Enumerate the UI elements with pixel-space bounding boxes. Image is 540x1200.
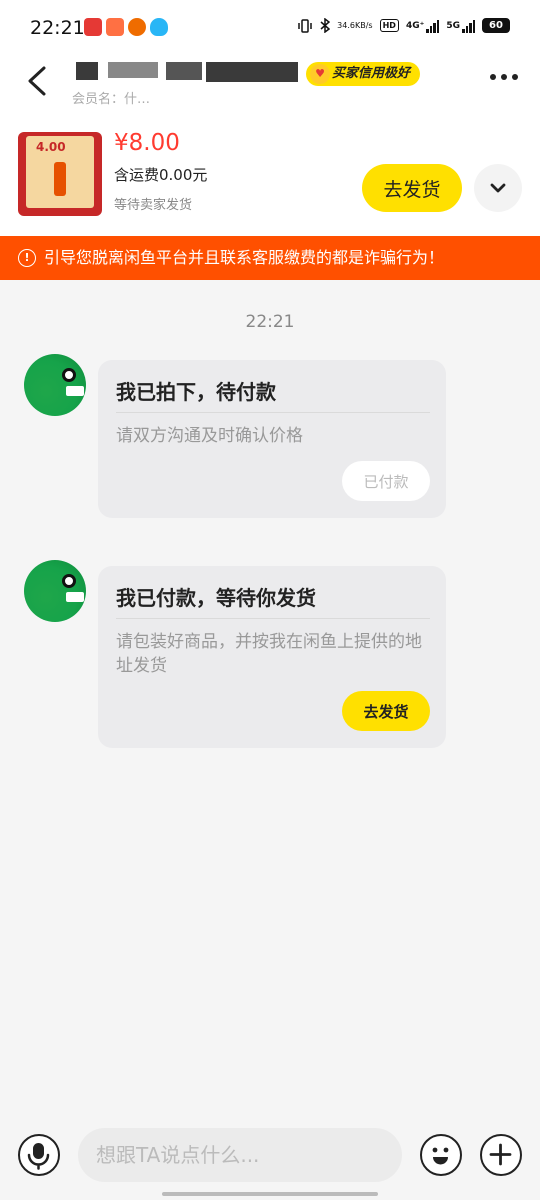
warning-icon: !	[18, 249, 36, 267]
back-button[interactable]	[24, 64, 52, 98]
signal-4g: 4G⁺	[406, 19, 440, 33]
paid-button[interactable]: 已付款	[342, 461, 430, 501]
card-ship-button[interactable]: 去发货	[342, 691, 430, 731]
status-time: 22:21	[30, 17, 85, 39]
vibrate-icon	[298, 18, 312, 33]
product-thumbnail[interactable]: 4.00	[18, 132, 102, 216]
app-icon-pink	[106, 18, 124, 36]
order-status: 等待卖家发货	[114, 198, 193, 213]
ship-button[interactable]: 去发货	[362, 164, 462, 212]
order-product: 4.00 ¥8.00 含运费0.00元 等待卖家发货 去发货	[0, 124, 540, 228]
signal-5g: 5G	[446, 19, 475, 33]
add-button[interactable]	[480, 1134, 522, 1176]
heart-eyes-icon: ♥	[310, 64, 330, 84]
redacted-title-2	[108, 62, 158, 78]
avatar[interactable]	[24, 354, 86, 416]
expand-button[interactable]	[474, 164, 522, 212]
fraud-warning-banner: ! 引导您脱离闲鱼平台并且联系客服缴费的都是诈骗行为！	[0, 236, 540, 280]
card-divider	[116, 618, 430, 619]
input-bar	[0, 1120, 540, 1200]
hd-icon: HD	[379, 19, 399, 32]
thumb-price: 4.00	[36, 140, 66, 154]
redacted-title-4	[206, 62, 298, 82]
more-dot-icon	[512, 74, 518, 80]
buyer-credit-badge: ♥ 买家信用极好	[306, 62, 421, 86]
warning-text: 引导您脱离闲鱼平台并且联系客服缴费的都是诈骗行为！	[44, 248, 445, 267]
redacted-title-3	[166, 62, 202, 80]
network-speed: 34.6 KB/s	[337, 20, 373, 30]
emoji-button[interactable]	[420, 1134, 462, 1176]
chevron-down-icon	[490, 183, 506, 193]
status-app-icons	[84, 18, 168, 36]
qq-icon	[150, 18, 168, 36]
home-indicator[interactable]	[162, 1192, 378, 1196]
status-right: 34.6 KB/s HD 4G⁺ 5G 60	[297, 18, 510, 33]
chat-header: ♥ 买家信用极好 会员名：什…	[0, 56, 540, 112]
app-icon-red	[84, 18, 102, 36]
member-name: 会员名：什…	[72, 92, 151, 107]
bluetooth-icon	[320, 18, 331, 33]
app-icon-orange	[128, 18, 146, 36]
redacted-title-1	[76, 62, 98, 80]
battery-icon: 60	[482, 18, 510, 33]
chat-timestamp: 22:21	[245, 312, 295, 332]
plus-icon	[489, 1143, 512, 1166]
card-title: 我已拍下，待付款	[116, 380, 276, 404]
shipping-fee: 含运费0.00元	[114, 166, 208, 184]
product-price: ¥8.00	[114, 130, 180, 156]
microphone-icon	[27, 1143, 50, 1170]
more-dot-icon	[501, 74, 507, 80]
more-options-button[interactable]	[490, 74, 518, 80]
card-body: 请双方沟通及时确认价格	[116, 426, 303, 446]
avatar[interactable]	[24, 560, 86, 622]
message-card-pending-payment: 我已拍下，待付款 请双方沟通及时确认价格 已付款	[98, 360, 446, 518]
voice-button[interactable]	[18, 1134, 60, 1176]
message-card-paid: 我已付款，等待你发货 请包装好商品，并按我在闲鱼上提供的地址发货 去发货	[98, 566, 446, 748]
card-title: 我已付款，等待你发货	[116, 586, 316, 610]
card-body: 请包装好商品，并按我在闲鱼上提供的地址发货	[116, 632, 422, 676]
status-bar: 22:21 34.6 KB/s HD 4G⁺ 5G 60	[0, 0, 540, 56]
smiley-icon	[432, 1147, 449, 1165]
chevron-left-icon	[28, 66, 46, 96]
card-divider	[116, 412, 430, 413]
message-input[interactable]	[78, 1128, 402, 1182]
more-dot-icon	[490, 74, 496, 80]
